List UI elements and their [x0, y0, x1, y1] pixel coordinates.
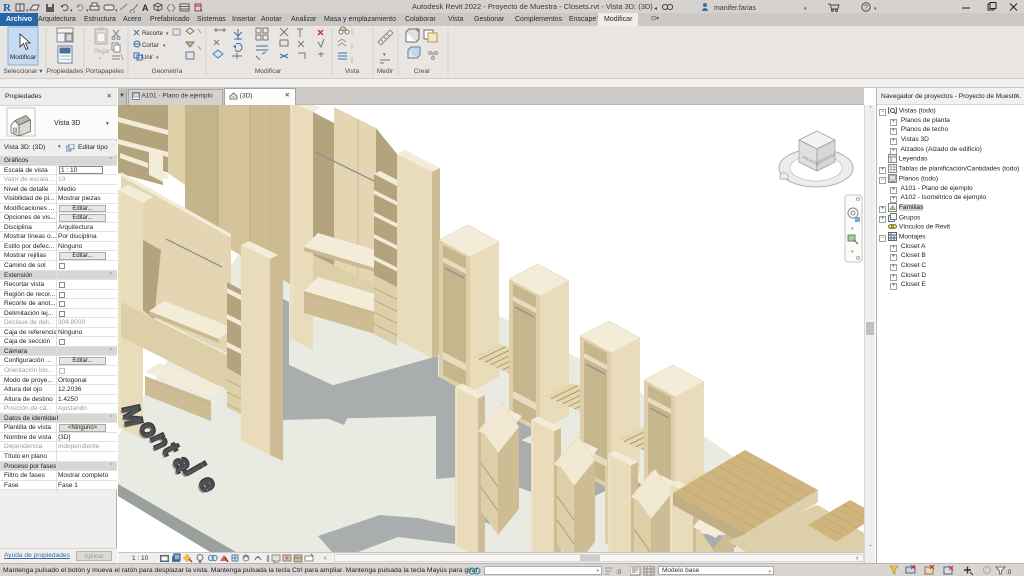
svg-text:▾: ▾	[804, 6, 807, 12]
svg-text:◂: ◂	[654, 6, 657, 12]
svg-text:Recorte: Recorte	[142, 31, 164, 37]
svg-text:Cortar: Cortar	[142, 43, 159, 49]
svg-text:Modificar: Modificar	[10, 54, 37, 61]
svg-text:Propiedades: Propiedades	[47, 68, 84, 75]
svg-text:▾: ▾	[163, 43, 166, 49]
svg-text:A: A	[142, 3, 149, 13]
svg-text:Modificar: Modificar	[255, 68, 282, 75]
svg-text:▾: ▾	[115, 8, 118, 13]
svg-text:Geometría: Geometría	[152, 68, 183, 75]
svg-text:Vista 3D: Vista 3D	[54, 120, 80, 127]
svg-text:▾: ▾	[70, 8, 73, 13]
svg-text:Vista: Vista	[345, 68, 360, 75]
svg-text:Seleccionar ▾: Seleccionar ▾	[3, 68, 43, 75]
svg-text:▾: ▾	[874, 6, 877, 12]
svg-text:▾: ▾	[99, 56, 102, 62]
svg-text:▾: ▾	[106, 121, 109, 127]
svg-text::0: :0	[616, 569, 622, 576]
svg-text:Unir: Unir	[142, 55, 153, 61]
svg-text:manifer.farias: manifer.farias	[714, 5, 757, 12]
svg-text:Medir: Medir	[377, 68, 394, 75]
svg-text:Crear: Crear	[414, 68, 431, 75]
svg-text:Portapapeles: Portapapeles	[86, 68, 125, 75]
svg-text:Pegar: Pegar	[94, 49, 110, 55]
svg-text:▾: ▾	[166, 31, 169, 37]
svg-text:▾: ▾	[200, 8, 202, 13]
svg-text:▾: ▾	[383, 52, 386, 58]
svg-text:▾: ▾	[156, 55, 159, 61]
svg-text::0: :0	[1006, 569, 1012, 576]
svg-text:?: ?	[864, 5, 868, 12]
svg-text:▾: ▾	[86, 8, 89, 13]
svg-text:R: R	[3, 2, 12, 13]
svg-text:▾: ▾	[26, 8, 29, 13]
